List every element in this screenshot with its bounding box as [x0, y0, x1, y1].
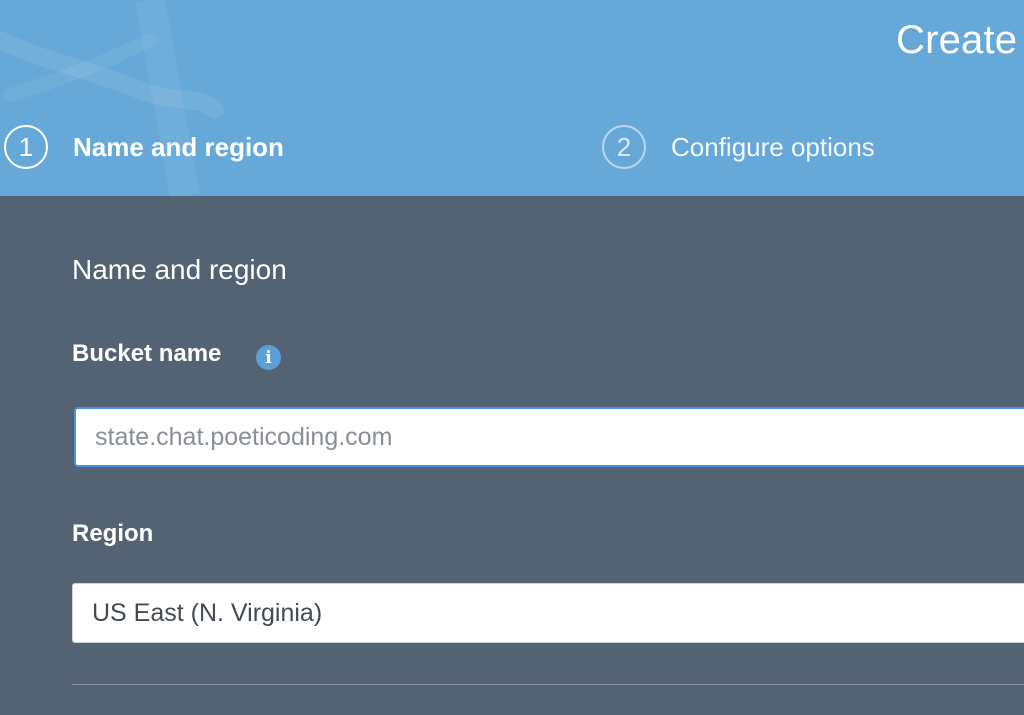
- wizard-header: Create 1 Name and region 2 Configure opt…: [0, 0, 1024, 196]
- divider: [72, 684, 1024, 685]
- region-label: Region: [72, 520, 154, 547]
- step-configure-options[interactable]: 2 Configure options: [602, 121, 875, 173]
- info-icon[interactable]: i: [256, 345, 281, 370]
- region-select[interactable]: US East (N. Virginia): [72, 583, 1024, 643]
- step-label: Configure options: [671, 131, 875, 162]
- step-name-and-region[interactable]: 1 Name and region: [4, 121, 284, 173]
- bucket-name-label: Bucket name: [72, 340, 222, 367]
- page-title: Create: [896, 18, 1018, 62]
- step-label: Name and region: [73, 131, 284, 162]
- step-number-circle: 1: [4, 125, 48, 169]
- bucket-name-input[interactable]: state.chat.poeticoding.com: [74, 407, 1024, 467]
- create-bucket-page: Create 1 Name and region 2 Configure opt…: [0, 0, 1024, 715]
- step-number-circle: 2: [602, 125, 646, 169]
- section-title: Name and region: [72, 254, 287, 285]
